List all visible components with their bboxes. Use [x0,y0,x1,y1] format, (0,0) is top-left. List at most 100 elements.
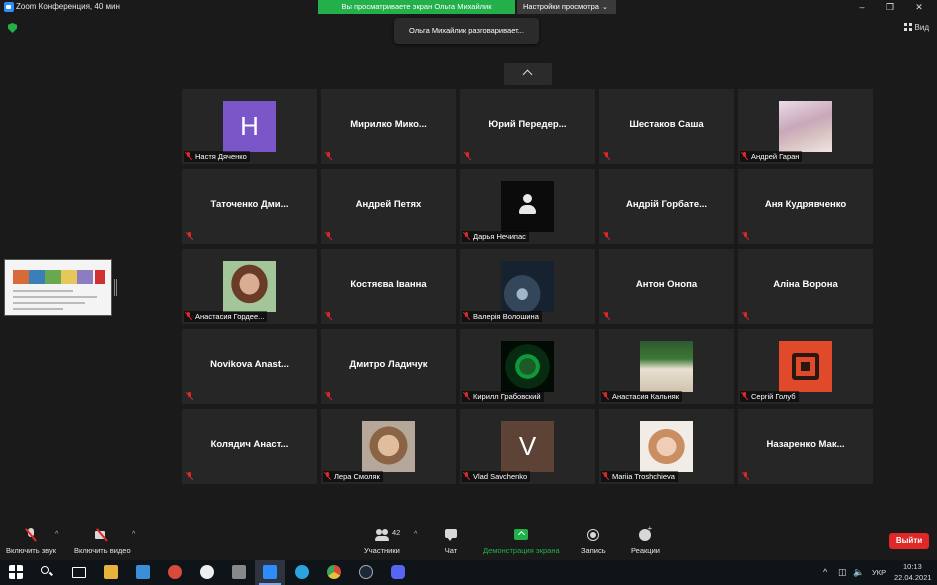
restore-icon[interactable]: ❐ [876,0,904,14]
page-up-button[interactable] [504,63,552,85]
chat-button[interactable]: Чат [444,522,458,555]
search-icon[interactable] [40,565,54,579]
chevron-down-icon: ⌄ [601,4,608,11]
participant-tile[interactable]: Аня Кудрявченко [738,169,873,244]
mic-muted-icon [185,152,192,160]
mic-muted-icon [602,472,609,480]
mic-muted-icon [186,392,193,400]
clock-date[interactable]: 22.04.2021 [894,573,932,582]
clock-time[interactable]: 10:13 [903,562,922,571]
leave-button[interactable]: Выйти [889,533,929,549]
thumbnail-text-line [13,308,63,310]
file-explorer-icon[interactable] [104,565,118,579]
participant-tile[interactable]: Novikova Anast... [182,329,317,404]
participant-tile[interactable]: Анастасия Гордее... [182,249,317,324]
participant-tile[interactable]: Андрей Гаран [738,89,873,164]
participant-tile[interactable]: Андрій Горбате... [599,169,734,244]
app-icon[interactable] [200,565,214,579]
app-icon[interactable] [136,565,150,579]
participant-tile[interactable]: Валерія Волошина [460,249,595,324]
participant-tile[interactable]: Mariia Troshchieva [599,409,734,484]
view-button[interactable]: Вид [903,23,929,32]
telegram-icon[interactable] [295,565,309,579]
participant-tile[interactable]: V Vlad Savchenko [460,409,595,484]
gallery-grid: H Настя Дяченко Мирилко Мико... Юрий Пер… [182,89,875,486]
share-screen-button[interactable]: Демонстрация экрана [483,522,560,555]
participant-name: Валерія Волошина [473,312,539,321]
participant-tile[interactable]: Мирилко Мико... [321,89,456,164]
mic-muted-icon [602,392,609,400]
participant-name: Дарья Нечипас [473,232,526,241]
video-options-chevron-icon[interactable]: ^ [132,531,135,538]
participant-tile[interactable]: Лера Смоляк [321,409,456,484]
security-shield-icon[interactable] [8,23,17,33]
steam-icon[interactable] [359,565,373,579]
participant-tile[interactable]: Назаренко Мак... [738,409,873,484]
reactions-button[interactable]: Реакции [631,522,660,555]
reactions-icon [638,524,652,542]
profile-photo [501,341,554,392]
participant-name: Антон Онопа [635,279,698,290]
thumbnail-text-line [13,290,73,292]
participant-tile[interactable]: H Настя Дяченко [182,89,317,164]
participant-name: Мирилко Мико... [350,119,427,130]
view-options-button[interactable]: Настройки просмотра ⌄ [517,0,616,14]
app-icon[interactable] [232,565,246,579]
shared-screen-thumbnail[interactable] [4,259,112,316]
mic-muted-icon [742,312,749,320]
participant-tile[interactable]: Аліна Ворона [738,249,873,324]
discord-icon[interactable] [391,565,405,579]
avatar: V [501,421,554,472]
mic-muted-icon [603,152,610,160]
participants-button[interactable]: Участники [364,522,400,555]
record-button[interactable]: Запись [581,522,606,555]
participant-tile[interactable]: Сергій Голуб [738,329,873,404]
participant-tile[interactable]: Анастасия Кальняк [599,329,734,404]
mic-muted-icon [325,312,332,320]
zoom-meeting-window: Zoom Конференция, 40 мин Вы просматривае… [0,0,937,585]
participant-tile[interactable]: Антон Онопа [599,249,734,324]
resize-handle[interactable] [114,279,117,296]
mic-muted-icon [741,152,748,160]
share-screen-icon [514,528,529,542]
volume-icon[interactable]: 🔈 [853,567,864,578]
close-icon[interactable]: ✕ [905,0,933,14]
thumbnail-images [13,270,93,284]
participant-name-tag: Дарья Нечипас [462,231,529,242]
zoom-taskbar-icon[interactable] [263,565,277,579]
participant-tile[interactable]: Дмитро Ладичук [321,329,456,404]
video-off-icon [95,528,109,542]
participant-tile[interactable]: Колядич Анаст... [182,409,317,484]
minimize-icon[interactable]: – [848,0,876,14]
share-screen-label: Демонстрация экрана [483,546,560,555]
participant-tile[interactable]: Андрей Петях [321,169,456,244]
participants-options-chevron-icon[interactable]: ^ [414,531,417,538]
share-banner: Вы просматриваете экран Ольга Михайлик [318,0,515,14]
mic-muted-icon [325,392,332,400]
participant-tile[interactable]: Шестаков Саша [599,89,734,164]
start-video-button[interactable]: Включить видео [74,522,131,555]
participants-count: 42 [392,528,401,537]
participant-tile[interactable]: Дарья Нечипас [460,169,595,244]
windows-start-icon[interactable] [9,565,23,579]
participant-name: Шестаков Саша [629,119,704,130]
language-indicator[interactable]: УКР [872,568,886,577]
app-icon[interactable] [168,565,182,579]
mic-muted-icon [463,472,470,480]
participant-name-tag: Анастасия Гордее... [184,311,268,322]
participant-name: Сергій Голуб [751,392,796,401]
task-view-icon[interactable] [72,567,86,578]
participant-tile[interactable]: Кирилл Грабовский [460,329,595,404]
start-video-label: Включить видео [74,546,131,555]
audio-options-chevron-icon[interactable]: ^ [55,531,58,538]
network-icon[interactable]: ◫ [838,567,847,578]
chrome-icon[interactable] [327,565,341,579]
participant-tile[interactable]: Костяєва Іванна [321,249,456,324]
profile-photo [640,341,693,392]
mic-muted-icon [24,528,38,542]
thumbnail-accent [95,270,105,284]
tray-chevron-icon[interactable]: ^ [823,567,827,577]
unmute-button[interactable]: Включить звук [6,522,56,555]
participant-tile[interactable]: Таточенко Дми... [182,169,317,244]
participant-tile[interactable]: Юрий Передер... [460,89,595,164]
